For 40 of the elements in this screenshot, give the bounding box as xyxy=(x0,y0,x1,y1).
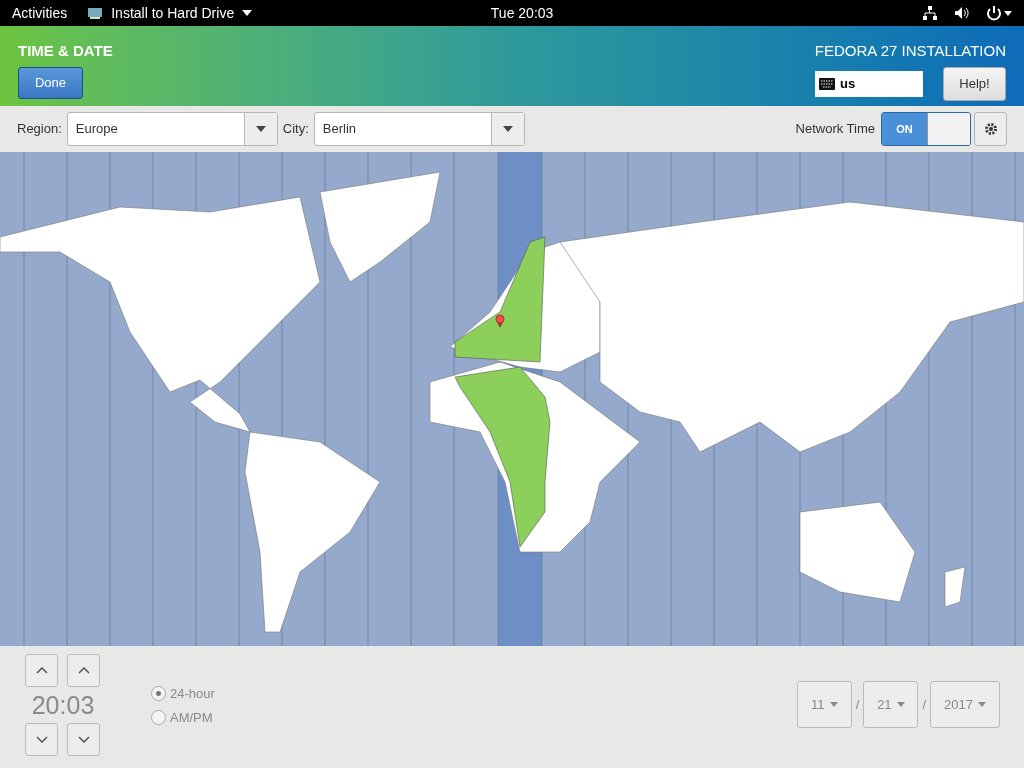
done-button[interactable]: Done xyxy=(18,66,83,99)
keyboard-layout-indicator[interactable]: us xyxy=(815,70,923,97)
screen-title: TIME & DATE xyxy=(18,41,113,61)
settings-button[interactable] xyxy=(974,112,1007,146)
region-dropdown[interactable]: Europe xyxy=(66,112,278,146)
city-label: City: xyxy=(282,120,309,139)
caret-icon xyxy=(242,10,253,16)
chevron-down-icon xyxy=(35,736,48,743)
activities-button[interactable]: Activities xyxy=(12,2,68,24)
minute-up-button[interactable] xyxy=(67,654,100,687)
chevron-up-icon xyxy=(77,667,90,674)
power-icon[interactable] xyxy=(986,5,1012,21)
network-time-label: Network Time xyxy=(795,120,875,139)
caret-icon xyxy=(977,702,986,707)
network-icon[interactable] xyxy=(922,5,938,21)
minute-down-button[interactable] xyxy=(67,723,100,756)
keyboard-icon xyxy=(819,77,835,90)
chevron-up-icon xyxy=(35,667,48,674)
chevron-down-icon xyxy=(77,736,90,743)
city-dropdown[interactable]: Berlin xyxy=(313,112,525,146)
volume-icon[interactable] xyxy=(954,5,970,21)
hour-up-button[interactable] xyxy=(25,654,58,687)
caret-icon xyxy=(502,126,513,132)
hour-down-button[interactable] xyxy=(25,723,58,756)
date-separator: / xyxy=(922,695,926,714)
time-display: 20:03 xyxy=(30,690,96,721)
caret-icon xyxy=(255,126,266,132)
product-title: FEDORA 27 INSTALLATION xyxy=(814,41,1006,61)
radio-button[interactable] xyxy=(151,686,166,702)
caret-icon xyxy=(829,702,838,707)
radio-button[interactable] xyxy=(151,709,166,725)
app-menu[interactable]: Install to Hard Drive xyxy=(111,2,235,24)
world-map-drawing[interactable] xyxy=(0,152,1024,646)
help-button[interactable]: Help! xyxy=(943,66,1006,101)
gear-icon xyxy=(983,122,998,136)
date-separator: / xyxy=(855,695,860,714)
installer-icon xyxy=(87,5,104,21)
clock[interactable]: Tue 20:03 xyxy=(490,2,554,24)
caret-icon xyxy=(896,702,905,707)
region-label: Region: xyxy=(17,120,62,139)
